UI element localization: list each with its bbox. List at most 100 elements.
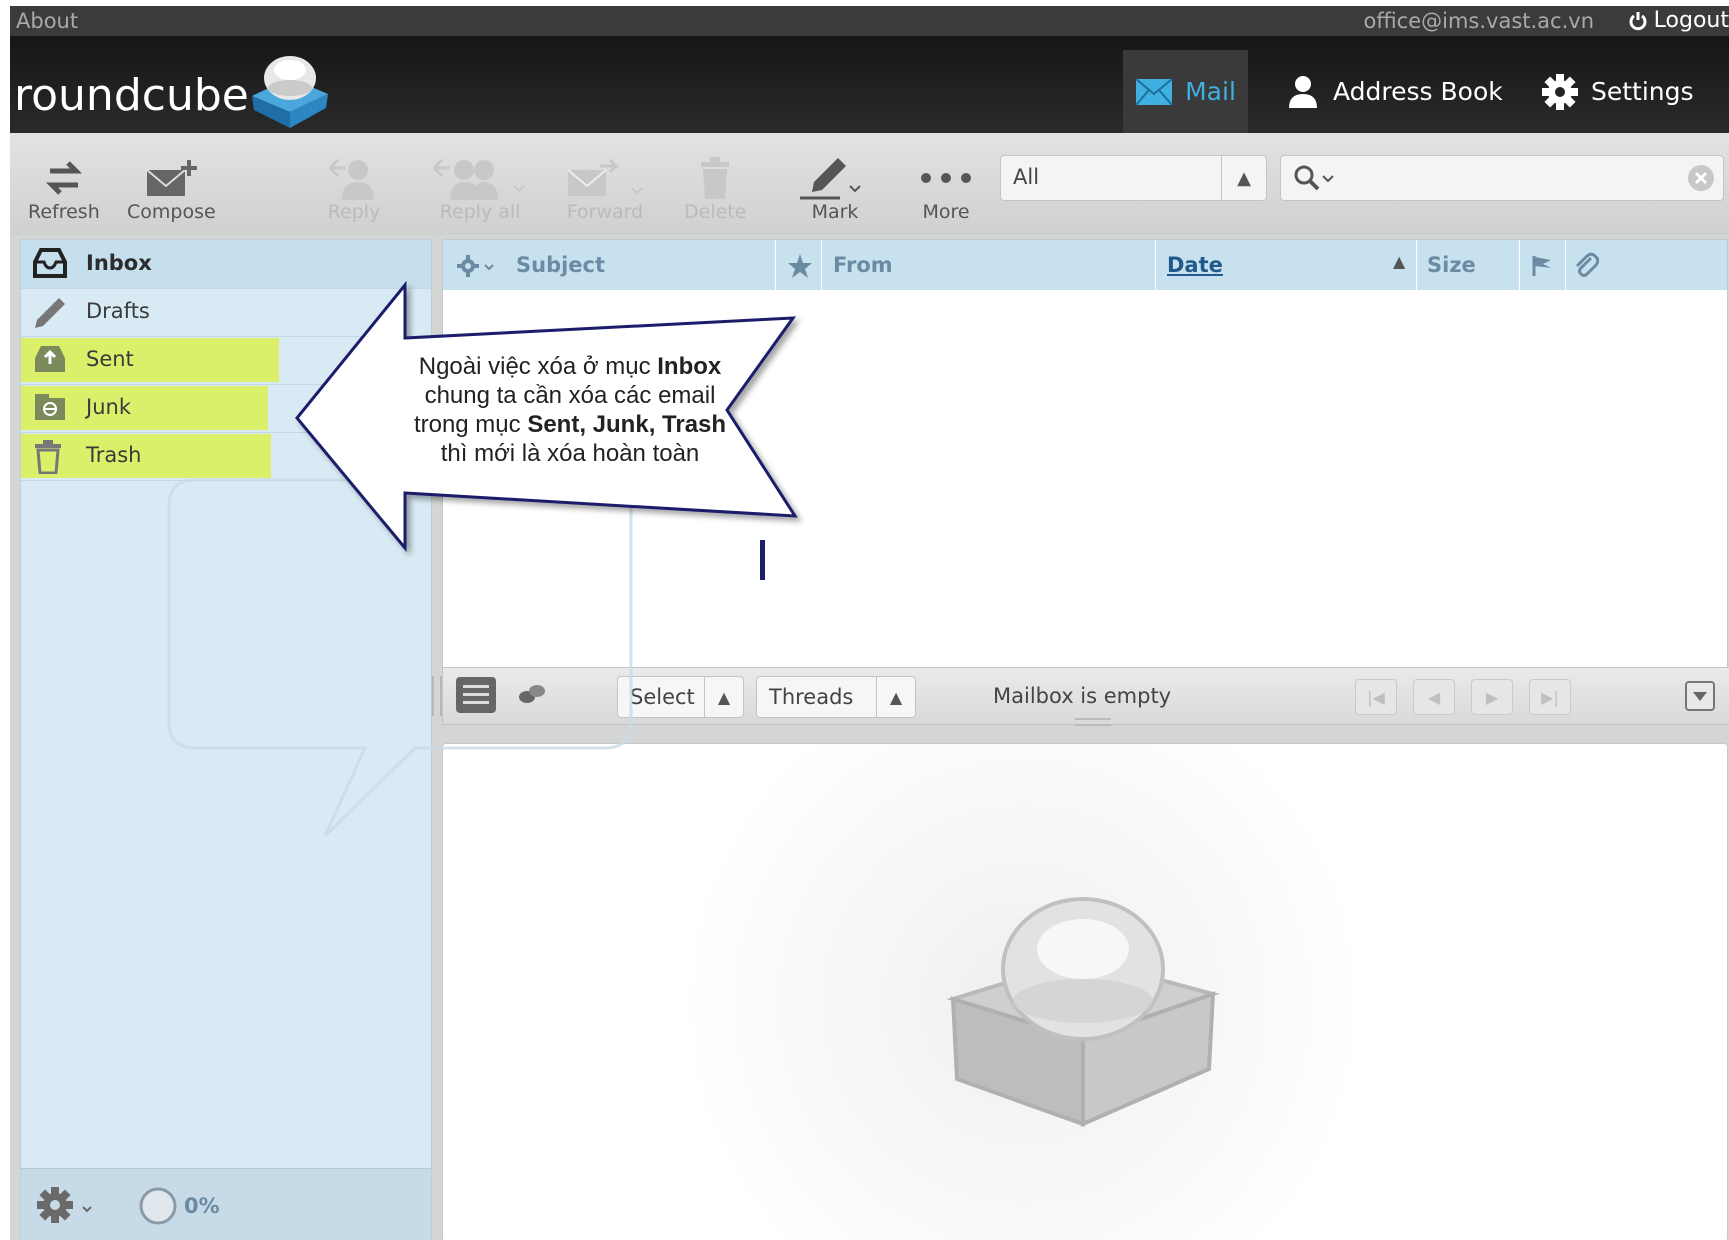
star-icon[interactable] — [787, 253, 813, 279]
delete-button[interactable]: Delete — [684, 155, 746, 230]
folder-trash-label: Trash — [86, 443, 142, 467]
prev-page-button[interactable]: ◀ — [1413, 679, 1455, 715]
forward-button[interactable]: Forward — [560, 155, 650, 230]
delete-label: Delete — [684, 201, 747, 223]
person-icon — [1289, 75, 1317, 108]
nav-tab-address-book[interactable]: Address Book — [1285, 50, 1503, 133]
mailbox-status: Mailbox is empty — [993, 684, 1172, 708]
more-label: More — [922, 201, 970, 223]
mark-button[interactable]: Mark — [800, 155, 870, 230]
ghost-bubble-shape — [167, 478, 633, 838]
junk-icon — [35, 394, 65, 420]
reply-label: Reply — [327, 201, 381, 223]
list-options-gear-icon[interactable] — [457, 254, 499, 278]
header: roundcube Mail Address Book Settings — [10, 36, 1729, 133]
forward-icon — [567, 158, 643, 196]
pencil-icon — [35, 298, 65, 328]
reply-all-icon — [432, 158, 525, 200]
threads-dropdown[interactable]: Threads ▲ — [756, 676, 916, 718]
filter-arrows-icon: ▲ — [1221, 156, 1266, 200]
mark-label: Mark — [811, 201, 859, 223]
pen-icon — [800, 158, 861, 200]
compose-button[interactable]: Compose — [127, 155, 216, 230]
folder-drafts-label: Drafts — [86, 299, 150, 323]
callout-line3: trong mục — [413, 411, 528, 438]
callout-line1-bold: Inbox — [657, 353, 722, 380]
roundcube-logo-icon — [252, 56, 328, 128]
trash-icon — [701, 157, 730, 199]
gear-icon — [1542, 73, 1578, 110]
toolbar: Refresh Compose Reply Reply all Forward … — [10, 133, 1729, 235]
search-box[interactable] — [1280, 155, 1724, 201]
sent-icon — [35, 346, 65, 372]
refresh-label: Refresh — [28, 201, 100, 223]
envelope-icon — [1135, 77, 1173, 106]
quota-pie-icon — [139, 1187, 177, 1225]
folder-trash[interactable]: Trash — [21, 432, 431, 481]
callout-line3-bold: Sent, Junk, Trash — [527, 411, 727, 438]
nav-tab-mail[interactable]: Mail — [1123, 50, 1248, 133]
folder-sent[interactable]: Sent — [21, 336, 431, 385]
nav-settings-label: Settings — [1591, 77, 1694, 106]
search-icon[interactable] — [1293, 164, 1339, 192]
compose-icon — [146, 160, 198, 196]
folder-inbox[interactable]: Inbox — [21, 240, 431, 289]
forward-label: Forward — [566, 201, 644, 223]
roundcube-watermark-icon — [946, 897, 1220, 1128]
top-line: About office@ims.vast.ac.vn Logout — [10, 6, 1729, 36]
reply-button[interactable]: Reply — [326, 155, 382, 230]
clear-search-icon[interactable] — [1687, 164, 1715, 192]
inbox-icon — [33, 248, 67, 278]
logout-label: Logout — [1653, 8, 1729, 33]
folder-drafts[interactable]: Drafts — [21, 288, 431, 337]
next-page-button[interactable]: ▶ — [1471, 679, 1513, 715]
user-email: office@ims.vast.ac.vn — [1363, 9, 1595, 33]
threads-arrows-icon: ▲ — [876, 677, 915, 717]
last-page-button[interactable]: ▶| — [1529, 679, 1571, 715]
nav-tab-settings[interactable]: Settings — [1541, 50, 1694, 133]
folder-inbox-label: Inbox — [86, 251, 152, 275]
folder-footer: 0% — [21, 1168, 431, 1240]
refresh-button[interactable]: Refresh — [28, 155, 100, 230]
callout-line4: thì mới là xóa hoàn toàn — [440, 440, 700, 467]
select-arrows-icon: ▲ — [704, 677, 743, 717]
callout-text: Ngoài việc xóa ở mục Inbox chung ta cần … — [390, 352, 750, 468]
threads-label: Threads — [769, 685, 854, 709]
folder-sent-label: Sent — [86, 347, 134, 371]
app-window: About office@ims.vast.ac.vn Logout round… — [10, 6, 1729, 1240]
trash-icon — [35, 440, 61, 474]
filter-select[interactable]: All ▲ — [1000, 155, 1267, 201]
logout-button[interactable]: Logout — [1628, 8, 1729, 33]
folder-junk-label: Junk — [86, 395, 131, 419]
more-button[interactable]: More — [918, 155, 974, 230]
column-subject[interactable]: Subject — [516, 253, 605, 277]
callout-line2: chung ta cần xóa các email — [424, 382, 716, 409]
nav-mail-label: Mail — [1185, 77, 1236, 106]
reply-icon — [328, 158, 374, 200]
column-date[interactable]: Date — [1167, 253, 1223, 277]
logo-text: roundcube — [14, 70, 249, 121]
message-list-header: Subject From Date ▲ Size — [443, 240, 1727, 290]
column-from[interactable]: From — [833, 253, 893, 277]
power-icon — [1629, 11, 1647, 30]
flag-icon[interactable] — [1531, 254, 1555, 278]
preview-resize-handle[interactable] — [1075, 718, 1111, 726]
date-sort-icon: ▲ — [1393, 252, 1406, 271]
column-size[interactable]: Size — [1427, 253, 1476, 277]
about-link[interactable]: About — [16, 9, 78, 33]
filter-value: All — [1013, 165, 1040, 189]
reply-all-button[interactable]: Reply all — [430, 155, 530, 230]
collapse-preview-icon[interactable] — [1685, 681, 1715, 711]
reply-all-label: Reply all — [439, 201, 521, 223]
callout-line1: Ngoài việc xóa ở mục — [418, 353, 658, 380]
search-input[interactable] — [1343, 160, 1667, 196]
more-dots-icon — [921, 173, 971, 183]
compose-label: Compose — [127, 201, 216, 223]
attachment-icon[interactable] — [1573, 252, 1599, 280]
first-page-button[interactable]: |◀ — [1355, 679, 1397, 715]
quota-text: 0% — [184, 1194, 220, 1218]
folder-junk[interactable]: Junk — [21, 384, 431, 433]
refresh-icon — [45, 161, 82, 195]
nav-address-book-label: Address Book — [1333, 77, 1503, 106]
folder-actions-gear-icon[interactable] — [35, 1185, 97, 1225]
